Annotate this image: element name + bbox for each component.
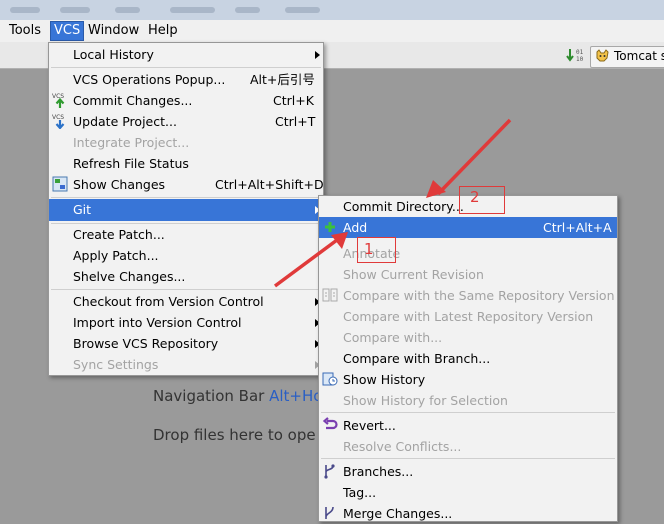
nav-bar-shortcut: Alt+Ho	[269, 387, 323, 405]
branches-icon	[324, 464, 335, 479]
menu-item-sync-settings[interactable]: Sync Settings	[49, 354, 323, 375]
vcs-toolbar-icon[interactable]: 01 10	[566, 47, 584, 63]
separator	[321, 412, 615, 413]
menu-item-commit-changes[interactable]: VCS Commit Changes... Ctrl+K	[49, 90, 323, 111]
add-plus-icon	[325, 222, 335, 232]
revert-icon	[322, 417, 338, 430]
menu-bar: Tools VCS Window Help	[0, 20, 664, 42]
menu-item-resolve-conflicts[interactable]: Resolve Conflicts...	[319, 436, 617, 457]
title-blur	[170, 7, 215, 13]
menu-item-compare-with[interactable]: Compare with...	[319, 327, 617, 348]
arrow-to-commit-directory	[436, 118, 512, 196]
annotation-number-2: 2	[470, 188, 480, 206]
menu-item-compare-latest-repo-version[interactable]: Compare with Latest Repository Version	[319, 306, 617, 327]
separator	[51, 289, 321, 290]
title-blur	[10, 7, 40, 13]
menu-window[interactable]: Window	[85, 22, 142, 40]
title-blur	[115, 7, 140, 13]
menu-item-apply-patch[interactable]: Apply Patch...	[49, 245, 323, 266]
title-blur	[285, 7, 320, 13]
vcs-commit-icon: VCS	[52, 93, 65, 108]
run-config-label: Tomcat s	[614, 49, 664, 63]
separator	[51, 67, 321, 68]
menu-item-browse-vcs-repository[interactable]: Browse VCS Repository	[49, 333, 323, 354]
menu-item-integrate-project[interactable]: Integrate Project...	[49, 132, 323, 153]
menu-item-git[interactable]: Git	[49, 199, 323, 221]
vcs-menu: Local History VCS Operations Popup... Al…	[48, 42, 324, 376]
run-config-selector[interactable]: Tomcat s	[590, 46, 664, 68]
show-changes-icon	[52, 176, 68, 192]
menu-item-local-history[interactable]: Local History	[49, 44, 323, 65]
annotation-number-1: 1	[364, 240, 374, 258]
menu-vcs[interactable]: VCS	[50, 21, 85, 41]
menu-item-compare-with-branch[interactable]: Compare with Branch...	[319, 348, 617, 369]
menu-item-show-changes[interactable]: Show Changes Ctrl+Alt+Shift+D	[49, 174, 324, 195]
menu-item-revert[interactable]: Revert...	[319, 415, 617, 436]
history-icon	[322, 372, 338, 386]
menu-item-add[interactable]: Add Ctrl+Alt+A	[319, 217, 617, 238]
menu-item-show-current-revision[interactable]: Show Current Revision	[319, 264, 617, 285]
menu-item-update-project[interactable]: VCS Update Project... Ctrl+T	[49, 111, 323, 132]
tomcat-icon	[596, 49, 609, 62]
title-blur	[60, 7, 90, 13]
menu-item-show-history-selection[interactable]: Show History for Selection	[319, 390, 617, 411]
menu-item-import-into-vc[interactable]: Import into Version Control	[49, 312, 323, 333]
svg-text:10: 10	[576, 56, 584, 63]
menu-item-show-history[interactable]: Show History	[319, 369, 617, 390]
svg-text:01: 01	[576, 49, 584, 56]
menu-item-tag[interactable]: Tag...	[319, 482, 617, 503]
separator	[321, 458, 615, 459]
submenu-arrow-icon	[315, 51, 320, 59]
menu-tools[interactable]: Tools	[6, 22, 44, 40]
drop-files-hint: Drop files here to ope	[153, 426, 316, 444]
nav-bar-text: Navigation Bar	[153, 387, 265, 405]
vcs-update-icon: VCS	[52, 114, 65, 129]
menu-item-create-patch[interactable]: Create Patch...	[49, 224, 323, 245]
compare-icon	[322, 288, 338, 302]
menu-item-branches[interactable]: Branches...	[319, 461, 617, 482]
menu-help[interactable]: Help	[145, 22, 181, 40]
menu-item-vcs-operations-popup[interactable]: VCS Operations Popup... Alt+后引号	[49, 69, 323, 90]
svg-text:VCS: VCS	[52, 114, 64, 121]
navigation-bar-hint: Navigation Bar Alt+Ho	[153, 387, 322, 405]
title-bar	[0, 0, 664, 20]
annotation-box-1	[357, 237, 396, 263]
menu-item-checkout-from-vc[interactable]: Checkout from Version Control	[49, 291, 323, 312]
svg-text:VCS: VCS	[52, 93, 64, 100]
menu-item-shelve-changes[interactable]: Shelve Changes...	[49, 266, 323, 287]
annotation-box-2	[459, 186, 505, 214]
menu-item-refresh-file-status[interactable]: Refresh File Status	[49, 153, 323, 174]
merge-icon	[325, 506, 334, 519]
menu-item-compare-same-repo-version[interactable]: Compare with the Same Repository Version	[319, 285, 617, 306]
separator	[51, 197, 321, 198]
title-blur	[235, 7, 260, 13]
